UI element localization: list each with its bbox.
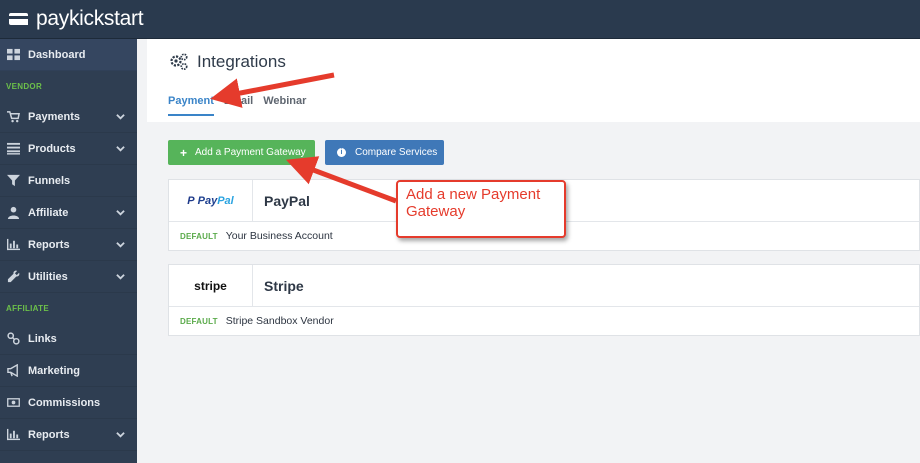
gateway-account-name: Stripe Sandbox Vendor: [225, 315, 334, 327]
sidebar-item-reports[interactable]: Reports: [0, 229, 137, 261]
tab-payment[interactable]: Payment: [168, 95, 214, 116]
sidebar-item-label: Utilities: [28, 270, 68, 283]
add-payment-gateway-button[interactable]: + Add a Payment Gateway: [168, 140, 315, 165]
sidebar-section-affiliate: AFFILIATE: [6, 303, 49, 313]
sidebar-item-funnels[interactable]: Funnels: [0, 165, 137, 197]
brand-logo[interactable]: paykickstart: [8, 7, 144, 31]
chevron-down-icon: [116, 208, 126, 218]
info-icon: i: [337, 148, 346, 157]
default-badge: DEFAULT: [180, 231, 218, 241]
tab-bar: Payment Email Webinar: [168, 95, 316, 116]
list-icon: [6, 142, 20, 156]
bar-chart-icon: [6, 238, 20, 252]
sidebar-item-payments[interactable]: Payments: [0, 101, 137, 133]
dashboard-icon: [6, 48, 20, 62]
sidebar-item-commissions[interactable]: Commissions: [0, 387, 137, 419]
wallet-icon: [9, 13, 28, 25]
link-icon: [6, 332, 20, 346]
sidebar-item-affiliate-reports[interactable]: Reports: [0, 419, 137, 451]
tab-webinar[interactable]: Webinar: [263, 95, 306, 116]
plus-icon: +: [180, 145, 188, 160]
main-content: Integrations Payment Email Webinar + Add…: [147, 39, 920, 463]
annotation-callout: Add a new Payment Gateway: [396, 180, 566, 238]
gateway-card-header: stripe Stripe: [169, 265, 919, 307]
page-title-text: Integrations: [197, 52, 286, 71]
sidebar-item-links[interactable]: Links: [0, 323, 137, 355]
gateway-account-row: DEFAULT Stripe Sandbox Vendor: [169, 307, 919, 335]
page-title: Integrations: [169, 52, 286, 72]
sidebar-item-dashboard[interactable]: Dashboard: [0, 39, 137, 71]
sidebar-item-affiliate[interactable]: Affiliate: [0, 197, 137, 229]
page-header: Integrations Payment Email Webinar: [147, 39, 920, 122]
default-badge: DEFAULT: [180, 316, 218, 326]
stripe-logo: stripe: [169, 265, 253, 306]
sidebar-item-label: Dashboard: [28, 48, 86, 61]
sidebar-item-label: Links: [28, 332, 57, 345]
sidebar-item-marketing[interactable]: Marketing: [0, 355, 137, 387]
sidebar-item-label: Payments: [28, 110, 80, 123]
bar-chart-icon: [6, 428, 20, 442]
sidebar-item-utilities[interactable]: Utilities: [0, 261, 137, 293]
chevron-down-icon: [116, 144, 126, 154]
megaphone-icon: [6, 364, 20, 378]
sidebar-item-label: Funnels: [28, 174, 71, 187]
chevron-down-icon: [116, 240, 126, 250]
gateway-account-name: Your Business Account: [225, 230, 333, 242]
gateway-name: PayPal: [264, 192, 310, 209]
paypal-logo-text-2: Pal: [217, 194, 234, 207]
paypal-logo: P Pay Pal: [169, 180, 253, 221]
sidebar-item-products[interactable]: Products: [0, 133, 137, 165]
tab-email[interactable]: Email: [224, 95, 253, 116]
user-icon: [6, 206, 20, 220]
paypal-logo-text-1: Pay: [197, 194, 218, 207]
gears-icon: [170, 53, 188, 71]
add-payment-gateway-label: Add a Payment Gateway: [195, 147, 306, 158]
funnel-icon: [6, 174, 20, 188]
compare-services-button[interactable]: i Compare Services: [325, 140, 444, 165]
brand-name: paykickstart: [36, 7, 144, 30]
cart-icon: [6, 110, 20, 124]
compare-services-label: Compare Services: [355, 147, 438, 158]
sidebar-section-vendor: VENDOR: [6, 81, 43, 91]
sidebar-item-label: Products: [28, 142, 76, 155]
sidebar: Dashboard VENDOR Payments Products Funne…: [0, 39, 137, 463]
paypal-p-icon: P: [187, 194, 195, 207]
top-bar: paykickstart: [0, 0, 920, 39]
gateway-name: Stripe: [264, 277, 304, 294]
sidebar-item-label: Affiliate: [28, 206, 69, 219]
chevron-down-icon: [116, 430, 126, 440]
sidebar-item-label: Reports: [28, 238, 70, 251]
gateway-card-stripe[interactable]: stripe Stripe DEFAULT Stripe Sandbox Ven…: [168, 264, 920, 336]
chevron-down-icon: [116, 112, 126, 122]
sidebar-item-label: Commissions: [28, 396, 101, 409]
sidebar-item-label: Marketing: [28, 364, 80, 377]
wrench-icon: [6, 270, 20, 284]
sidebar-item-label: Reports: [28, 428, 70, 441]
money-icon: [6, 396, 20, 410]
chevron-down-icon: [116, 272, 126, 282]
